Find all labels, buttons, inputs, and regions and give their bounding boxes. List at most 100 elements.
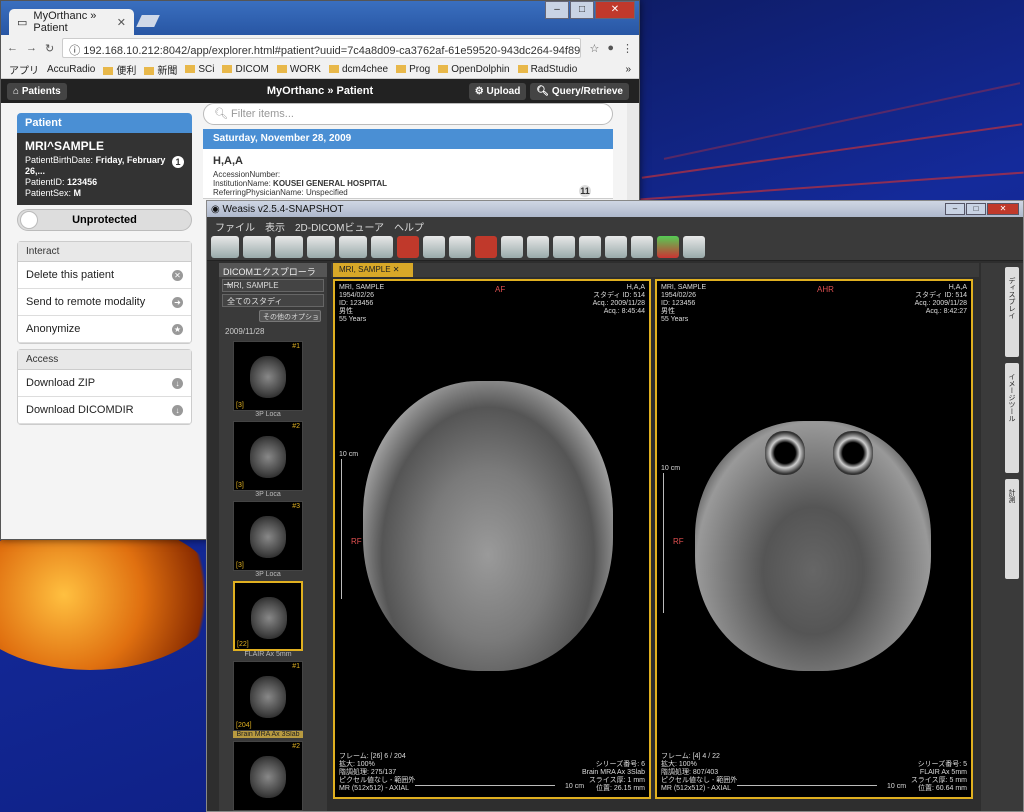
url-input[interactable]: ⓘ 192.168.10.212:8042/app/explorer.html#… (62, 38, 582, 58)
patient-info-overlay: MRI, SAMPLE 1954/02/26 ID: 123456 男性 55 Year… (339, 284, 385, 323)
horizontal-scale (737, 785, 877, 791)
browser-tab[interactable]: ▭ MyOrthanc » Patient ✕ (9, 9, 134, 35)
image-viewport-left[interactable]: MRI, SAMPLE 1954/02/26 ID: 123456 男性 55 Year… (333, 279, 651, 799)
orthanc-header: ⌂ Patients MyOrthanc » Patient ⚙ Upload … (1, 79, 639, 103)
series-thumbnail[interactable]: #3 [3] (233, 501, 303, 571)
image-tool-panel-tab[interactable]: イメージツール (1005, 363, 1019, 473)
close-tab-icon[interactable]: ✕ (117, 16, 126, 29)
right-eye-region (833, 431, 873, 475)
protection-toggle[interactable]: Unprotected (17, 209, 192, 231)
series-thumbnail-selected[interactable]: [22] (233, 581, 303, 651)
display-panel-tab[interactable]: ディスプレイ (1005, 267, 1019, 357)
delete-patient-button[interactable]: Delete this patient ✕ (18, 262, 191, 289)
anonymize-button[interactable]: Anonymize ★ (18, 316, 191, 343)
sync-icon[interactable] (371, 235, 393, 258)
patient-select[interactable]: MRI, SAMPLE (222, 279, 324, 292)
color-map-icon[interactable] (657, 235, 679, 258)
save-icon[interactable] (553, 235, 575, 258)
reset-icon[interactable] (397, 235, 419, 258)
weasis-menubar: ファイル 表示 2D-DICOMビューア ヘルプ (207, 217, 1023, 234)
bookmark-folder[interactable]: RadStudio (517, 64, 577, 75)
measure-icon[interactable] (449, 235, 471, 258)
maximize-button[interactable]: □ (966, 203, 986, 215)
bookmark-folder[interactable]: 便利 (103, 62, 136, 77)
tool-panel: ディスプレイ イメージツール 計測 (981, 263, 1023, 811)
patient-name: MRI^SAMPLE (25, 139, 105, 153)
open-icon[interactable] (243, 235, 271, 258)
series-count-badge: 11 (579, 185, 591, 197)
patient-header: Patient (17, 113, 192, 133)
patients-button[interactable]: ⌂ Patients (7, 82, 67, 100)
crosshair-icon[interactable] (423, 235, 445, 258)
study-select[interactable]: 全てのスタディ (222, 294, 324, 307)
back-icon[interactable]: ← (7, 42, 18, 54)
download-dicomdir-button[interactable]: Download DICOMDIR ↓ (18, 397, 191, 424)
bookmark-item[interactable]: AccuRadio (47, 64, 95, 75)
minimize-button[interactable]: – (945, 203, 965, 215)
export-icon[interactable] (275, 235, 303, 258)
mpr-icon[interactable] (683, 235, 705, 258)
menu-icon[interactable]: ⋮ (622, 42, 633, 55)
menu-viewer[interactable]: 2D-DICOMビューア (295, 219, 384, 234)
measure-panel-tab[interactable]: 計測 (1005, 479, 1019, 579)
series-thumbnail[interactable]: #2 [3] (233, 421, 303, 491)
weasis-window: ◉ Weasis v2.5.4-SNAPSHOT – □ ✕ ファイル 表示 2… (206, 200, 1024, 812)
study-date-header: Saturday, November 28, 2009 (203, 129, 613, 149)
star-icon[interactable]: ☆ (589, 42, 599, 55)
bookmark-folder[interactable]: OpenDolphin (438, 64, 510, 75)
tab-title: MyOrthanc » Patient (33, 10, 97, 34)
contrast-icon[interactable] (579, 235, 601, 258)
filter-input[interactable]: 🔍︎ Filter items... (203, 103, 613, 125)
series-thumbnail[interactable]: #1 [204] (233, 661, 303, 731)
delete-measure-icon[interactable] (475, 235, 497, 258)
interact-group: Interact Delete this patient ✕ Send to re… (17, 241, 192, 344)
viewer-tab[interactable]: MRI, SAMPLE ✕ (333, 263, 413, 277)
lut-icon[interactable] (605, 235, 627, 258)
series-info-overlay: シリーズ番号: 6 Brain MRA Ax 3Slab スライス厚: 1 mm 位置… (581, 761, 645, 792)
lens-icon[interactable] (527, 235, 549, 258)
patient-card: Patient MRI^SAMPLE PatientBirthDate: Fri… (17, 113, 192, 205)
send-to-modality-button[interactable]: Send to remote modality ➜ (18, 289, 191, 316)
download-zip-button[interactable]: Download ZIP ↓ (18, 370, 191, 397)
study-item[interactable]: H,A,A AccessionNumber: InstitutionName: … (203, 149, 613, 199)
menu-view[interactable]: 表示 (265, 219, 285, 234)
series-thumbnail[interactable]: #1 [3] (233, 341, 303, 411)
bookmark-folder[interactable]: dcm4chee (328, 64, 388, 75)
explorer-tab[interactable]: DICOMエクスプローラー (219, 263, 327, 290)
frame-info-overlay: フレーム: [26] 6 / 204 拡大: 100% 階調処理: 275/137 ピ… (339, 753, 416, 792)
more-options-button[interactable]: その他のオプション (259, 310, 321, 322)
menu-file[interactable]: ファイル (215, 219, 255, 234)
invert-icon[interactable] (631, 235, 653, 258)
bookmark-folder[interactable]: WORK (276, 64, 321, 75)
bookmark-folder[interactable]: SCi (185, 64, 214, 75)
menu-help[interactable]: ヘルプ (394, 219, 424, 234)
minimize-button[interactable]: – (545, 1, 569, 19)
bookmark-apps[interactable]: アプリ (9, 62, 39, 77)
reload-icon[interactable]: ↻ (45, 42, 54, 55)
extension-icon[interactable]: ● (607, 42, 614, 54)
image-viewport-right[interactable]: MRI, SAMPLE 1954/02/26 ID: 123456 男性 55 Year… (655, 279, 973, 799)
zoom-icon[interactable] (501, 235, 523, 258)
study-info-overlay: H,A,A スタディ ID: 514 Acq.: 2009/11/28 Acq.: 8… (914, 284, 967, 315)
series-thumbnail[interactable]: #2 (233, 741, 303, 811)
page-icon: ▭ (17, 16, 28, 29)
upload-button[interactable]: ⚙ Upload (468, 82, 527, 100)
mri-image-axial (363, 381, 613, 671)
more-bookmarks[interactable]: » (625, 64, 631, 75)
new-tab-button[interactable] (136, 15, 160, 27)
close-window-button[interactable]: ✕ (595, 1, 635, 19)
study-info-overlay: H,A,A スタディ ID: 514 Acq.: 2009/11/28 Acq.: 8… (592, 284, 645, 315)
bookmark-folder[interactable]: 新聞 (144, 62, 177, 77)
layout-icon[interactable] (339, 235, 367, 258)
address-bar: ← → ↻ ⓘ 192.168.10.212:8042/app/explorer… (1, 35, 639, 61)
patient-details[interactable]: MRI^SAMPLE PatientBirthDate: Friday, Feb… (17, 133, 192, 205)
print-icon[interactable] (307, 235, 335, 258)
forward-icon[interactable]: → (26, 42, 37, 54)
import-icon[interactable] (211, 235, 239, 258)
maximize-button[interactable]: □ (570, 1, 594, 19)
query-retrieve-button[interactable]: 🔍︎ Query/Retrieve (530, 82, 629, 100)
vertical-scale (663, 473, 671, 613)
bookmark-folder[interactable]: Prog (396, 64, 430, 75)
bookmark-folder[interactable]: DICOM (222, 64, 269, 75)
close-window-button[interactable]: ✕ (987, 203, 1019, 215)
